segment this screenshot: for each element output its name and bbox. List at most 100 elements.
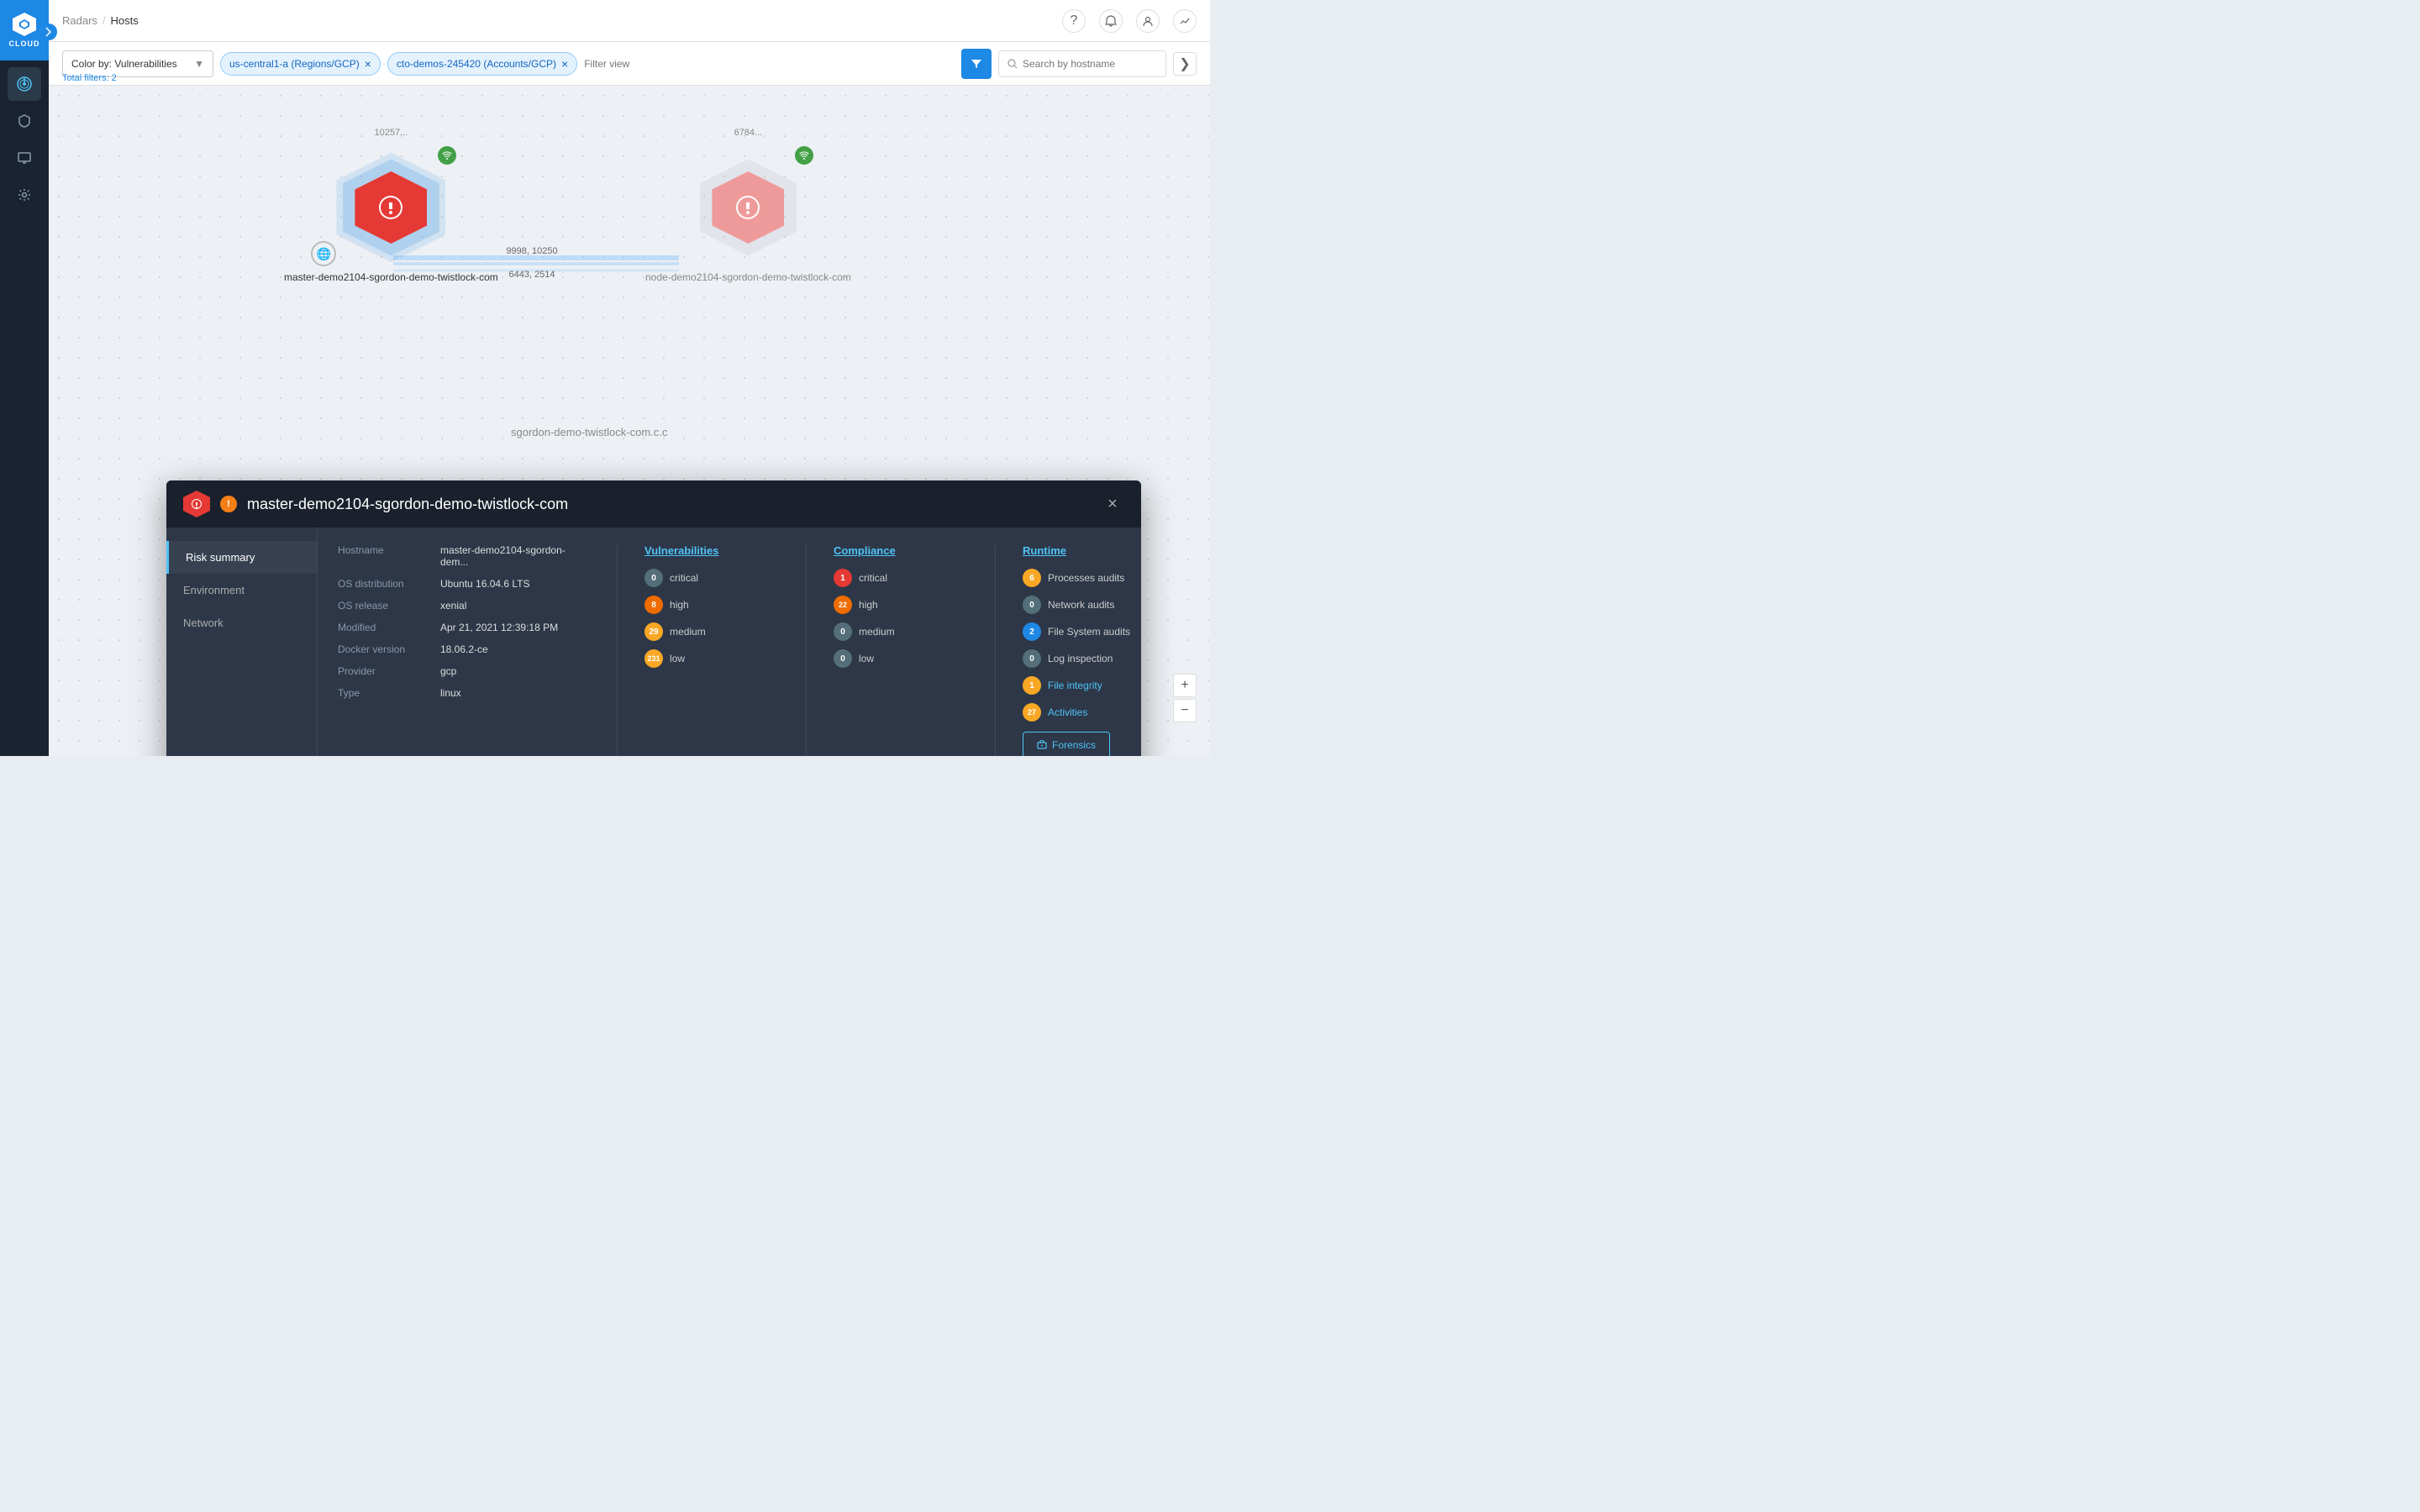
compliance-section: Compliance 1 critical 22 high 0 medium [834, 544, 968, 756]
master-wifi-badge [438, 146, 456, 165]
docker-label: Docker version [338, 643, 430, 655]
notifications-icon[interactable] [1099, 9, 1123, 33]
runtime-activities-label[interactable]: Activities [1048, 706, 1087, 718]
sidebar-item-settings[interactable] [8, 178, 41, 212]
provider-value: gcp [440, 665, 456, 677]
docker-value: 18.06.2-ce [440, 643, 488, 655]
panel-nav-network[interactable]: Network [166, 606, 317, 639]
runtime-network-badge: 0 [1023, 596, 1041, 614]
vuln-high-label: high [670, 599, 689, 611]
node-master[interactable]: 10257... 🌐 master-demo2104-sgordon-demo-… [284, 153, 498, 285]
worker-port-label: 6784... [734, 128, 763, 138]
panel-title: master-demo2104-sgordon-demo-twistlock-c… [247, 496, 1091, 513]
search-expand-btn[interactable]: ❯ [1173, 52, 1197, 76]
comp-critical-badge: 1 [834, 569, 852, 587]
forensics-icon [1037, 740, 1047, 750]
wifi-icon [442, 151, 452, 160]
sidebar-item-radar[interactable] [8, 67, 41, 101]
main-canvas: 9998, 10250 6443, 2514 10257... 🌐 master… [49, 86, 1210, 756]
node-worker[interactable]: 6784... node-demo2104-sgordon-demo-twist… [645, 153, 851, 285]
runtime-section: Runtime 6 Processes audits 0 Network aud… [1023, 544, 1141, 756]
vulnerabilities-title[interactable]: Vulnerabilities [644, 544, 779, 557]
runtime-filesystem-badge: 2 [1023, 622, 1041, 641]
total-filters-label[interactable]: Total filters: 2 [62, 73, 117, 83]
info-row-hostname: Hostname master-demo2104-sgordon-dem... [338, 544, 590, 568]
os-release-label: OS release [338, 600, 430, 612]
comp-high-row: 22 high [834, 596, 968, 614]
filter-apply-btn[interactable] [961, 49, 992, 79]
comp-critical-row: 1 critical [834, 569, 968, 587]
runtime-processes-row: 6 Processes audits [1023, 569, 1141, 587]
vulnerabilities-section: Vulnerabilities 0 critical 8 high 29 med… [644, 544, 779, 756]
filter-tag-account-close[interactable]: × [561, 57, 568, 71]
vuln-medium-label: medium [670, 626, 706, 638]
filter-tag-region[interactable]: us-central1-a (Regions/GCP) × [220, 52, 381, 76]
help-icon[interactable]: ? [1062, 9, 1086, 33]
master-node-label: master-demo2104-sgordon-demo-twistlock-c… [284, 270, 498, 285]
panel-nav: Risk summary Environment Network [166, 528, 318, 756]
runtime-fileintegrity-label[interactable]: File integrity [1048, 680, 1102, 691]
panel-nav-risk-summary-label: Risk summary [186, 551, 255, 564]
stats-icon[interactable] [1173, 9, 1197, 33]
panel-close-btn[interactable]: × [1101, 492, 1124, 516]
filters-bar: Color by: Vulnerabilities ▼ us-central1-… [49, 42, 1210, 86]
sidebar-expand-btn[interactable] [40, 24, 57, 40]
info-section: Hostname master-demo2104-sgordon-dem... … [338, 544, 590, 756]
worker-node-label: node-demo2104-sgordon-demo-twistlock-com [645, 270, 851, 285]
sidebar-logo[interactable]: CLOUD [0, 0, 49, 60]
vuln-medium-badge: 29 [644, 622, 663, 641]
sidebar-logo-text: CLOUD [9, 39, 40, 48]
comp-high-label: high [859, 599, 878, 611]
panel-nav-environment[interactable]: Environment [166, 574, 317, 606]
zoom-out-btn[interactable]: − [1173, 699, 1197, 722]
info-row-os-release: OS release xenial [338, 600, 590, 612]
filter-tag-account-text: cto-demos-245420 (Accounts/GCP) [397, 58, 556, 70]
master-globe-badge: 🌐 [311, 241, 336, 266]
search-input[interactable] [1023, 58, 1157, 70]
topbar-right: ? [1062, 9, 1197, 33]
panel-body: Risk summary Environment Network Hostnam… [166, 528, 1141, 756]
forensics-label: Forensics [1052, 739, 1096, 751]
vuln-low-label: low [670, 653, 685, 664]
runtime-loginspection-badge: 0 [1023, 649, 1041, 668]
port-label-top-connection: 9998, 10250 [506, 246, 557, 256]
zoom-in-btn[interactable]: + [1173, 674, 1197, 697]
vuln-high-row: 8 high [644, 596, 779, 614]
os-dist-label: OS distribution [338, 578, 430, 590]
worker-linux-icon [733, 192, 763, 223]
vuln-low-row: 231 low [644, 649, 779, 668]
breadcrumb-separator: / [103, 14, 106, 27]
forensics-button[interactable]: Forensics [1023, 732, 1110, 756]
divider-1 [617, 544, 618, 756]
runtime-fileintegrity-row: 1 File integrity [1023, 676, 1141, 695]
worker-wifi-badge [795, 146, 813, 165]
topbar: Radars / Hosts ? [49, 0, 1210, 42]
panel-nav-risk-summary[interactable]: Risk summary [166, 541, 317, 574]
panel-linux-icon [190, 497, 203, 511]
type-value: linux [440, 687, 461, 699]
user-icon[interactable] [1136, 9, 1160, 33]
modified-label: Modified [338, 622, 430, 633]
runtime-filesystem-label: File System audits [1048, 626, 1130, 638]
hostname-value: master-demo2104-sgordon-dem... [440, 544, 590, 568]
sidebar-item-monitor[interactable] [8, 141, 41, 175]
breadcrumb-parent[interactable]: Radars [62, 14, 97, 27]
runtime-network-label: Network audits [1048, 599, 1114, 611]
compliance-title[interactable]: Compliance [834, 544, 968, 557]
info-row-os-dist: OS distribution Ubuntu 16.04.6 LTS [338, 578, 590, 590]
comp-medium-label: medium [859, 626, 895, 638]
vuln-high-badge: 8 [644, 596, 663, 614]
runtime-loginspection-row: 0 Log inspection [1023, 649, 1141, 668]
comp-low-label: low [859, 653, 874, 664]
os-dist-value: Ubuntu 16.04.6 LTS [440, 578, 530, 590]
os-release-value: xenial [440, 600, 466, 612]
info-row-docker: Docker version 18.06.2-ce [338, 643, 590, 655]
runtime-title[interactable]: Runtime [1023, 544, 1141, 557]
vuln-critical-badge: 0 [644, 569, 663, 587]
sidebar-item-defend[interactable] [8, 104, 41, 138]
filter-tag-account[interactable]: cto-demos-245420 (Accounts/GCP) × [387, 52, 577, 76]
divider-3 [995, 544, 996, 756]
filter-tag-region-close[interactable]: × [365, 57, 371, 71]
runtime-processes-label: Processes audits [1048, 572, 1124, 584]
filter-view-input[interactable] [584, 50, 955, 77]
